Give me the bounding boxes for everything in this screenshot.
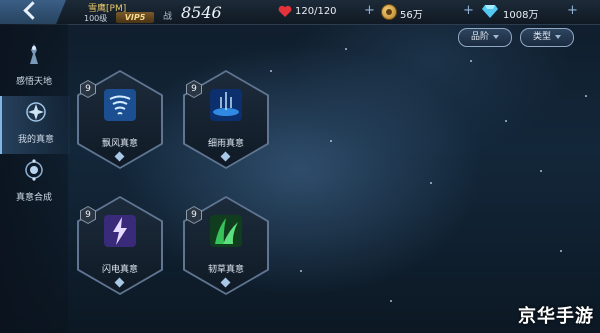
back-button[interactable] xyxy=(0,0,66,24)
chevron-left-icon xyxy=(23,1,42,20)
grass-icon xyxy=(210,215,242,247)
spirit-statue-icon xyxy=(30,44,38,64)
card-name: 细雨真意 xyxy=(207,139,244,149)
card-name: 飘风真意 xyxy=(101,139,138,149)
quality-filter-button[interactable]: 品阶 xyxy=(458,28,512,47)
top-bar: 雪鹰[PM] 100级 VIP5 战 8546 120/120 + 56万 + … xyxy=(0,0,600,25)
sidebar-item-my-intent[interactable]: 我的真意 xyxy=(0,96,70,154)
type-filter-label: 类型 xyxy=(532,32,551,42)
add-coin-button[interactable]: + xyxy=(463,3,474,18)
quality-filter-label: 品阶 xyxy=(470,32,489,42)
sidebar-item-label: 真意合成 xyxy=(15,193,52,203)
coin-icon xyxy=(381,4,397,20)
whirlwind-icon xyxy=(104,89,136,121)
sidebar: 感悟天地 我的真意 真意合成 xyxy=(0,24,70,333)
intent-card-lightning[interactable]: 9 闪电真意 xyxy=(77,196,163,295)
rain-icon xyxy=(210,89,242,121)
power-value: 8546 xyxy=(181,3,222,22)
chevron-down-icon xyxy=(493,34,499,39)
card-name: 闪电真意 xyxy=(101,265,138,275)
card-name: 韧草真意 xyxy=(207,265,244,275)
add-stamina-button[interactable]: + xyxy=(364,3,375,18)
type-filter-button[interactable]: 类型 xyxy=(520,28,574,47)
diamond-icon xyxy=(482,5,498,18)
vip-badge: VIP5 xyxy=(116,12,154,23)
add-diamond-button[interactable]: + xyxy=(567,3,578,18)
player-level: 100级 xyxy=(84,14,108,23)
sidebar-item-synthesis[interactable]: 真意合成 xyxy=(0,154,68,212)
stamina-value: 120/120 xyxy=(295,6,337,17)
sidebar-item-perceive[interactable]: 感悟天地 xyxy=(0,38,68,96)
sidebar-item-label: 我的真意 xyxy=(17,135,54,145)
intent-orb-icon xyxy=(26,102,46,122)
synthesis-icon xyxy=(25,159,43,181)
intent-card-whirlwind[interactable]: 9 飘风真意 xyxy=(77,70,163,169)
heart-icon xyxy=(278,5,292,17)
chevron-down-icon xyxy=(555,34,561,39)
coin-value: 56万 xyxy=(400,10,423,21)
diamond-value: 1008万 xyxy=(503,10,539,21)
sidebar-item-label: 感悟天地 xyxy=(15,77,52,87)
lightning-icon xyxy=(104,215,136,247)
watermark: 京华手游 xyxy=(518,306,594,327)
intent-card-grass[interactable]: 9 韧草真意 xyxy=(183,196,269,295)
power-label: 战 xyxy=(163,12,173,22)
intent-card-rain[interactable]: 9 细雨真意 xyxy=(183,70,269,169)
